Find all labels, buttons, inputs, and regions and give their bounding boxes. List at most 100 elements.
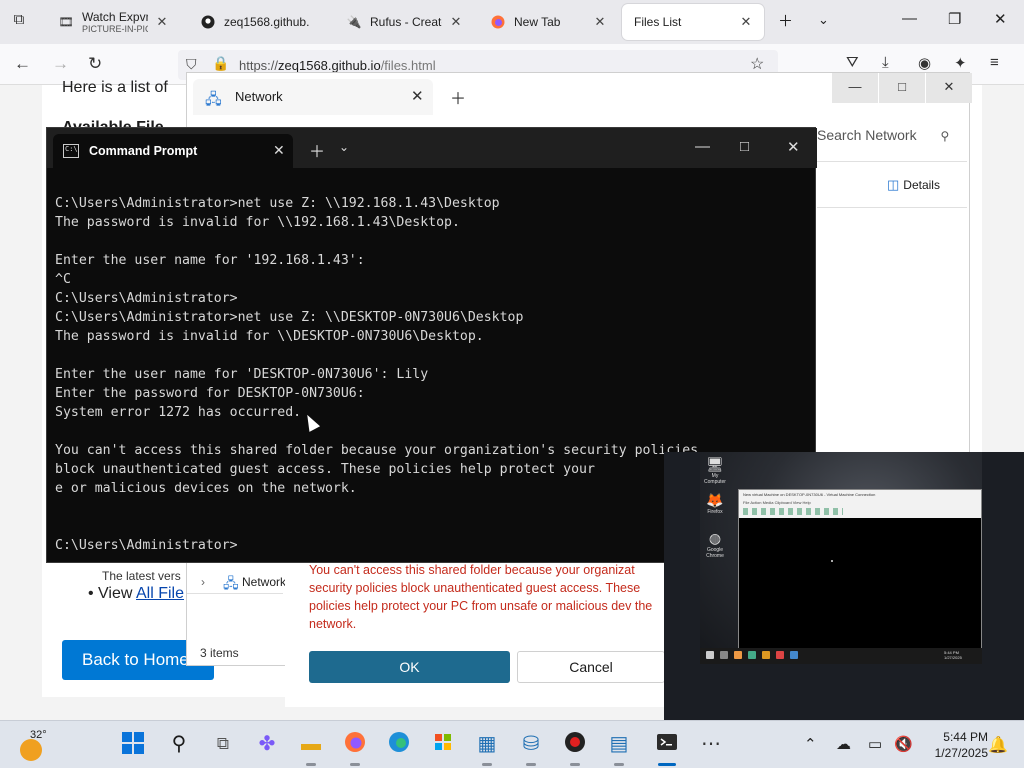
close-window-icon[interactable]: ✕ <box>787 138 800 156</box>
more-apps-icon[interactable]: ⋯ <box>698 731 724 757</box>
search-input[interactable]: Search Network ⚲ <box>817 127 949 143</box>
desktop-icon-chrome[interactable]: ◍ Google Chrome <box>702 530 728 559</box>
notepad-icon[interactable]: ▤ <box>606 731 632 766</box>
minimize-icon[interactable]: — <box>902 10 917 27</box>
details-button[interactable]: ◫ Details <box>887 177 940 193</box>
chevron-right-icon[interactable]: › <box>201 575 205 589</box>
firefox-icon[interactable] <box>342 731 368 766</box>
extensions-icon[interactable]: ✦ <box>954 54 967 72</box>
star-icon[interactable]: ☆ <box>750 54 764 74</box>
desktop-icon-firefox[interactable]: 🦊 Firefox <box>702 492 728 515</box>
browser-tab-newtab[interactable]: New Tab ✕ <box>478 4 618 40</box>
chrome-icon[interactable] <box>748 651 756 659</box>
terminal-line: C:\Users\Administrator>net use Z: \\192.… <box>55 196 500 211</box>
explorer-tab[interactable]: 🖧 Network ✕ <box>193 79 433 115</box>
close-icon[interactable]: ✕ <box>411 87 424 105</box>
search-icon[interactable] <box>720 651 728 659</box>
remote-taskbar: 5:44 PM 1/27/2025 <box>700 648 982 664</box>
folder-icon[interactable] <box>762 651 770 659</box>
cancel-button[interactable]: Cancel <box>517 651 665 683</box>
maximize-icon[interactable]: □ <box>879 73 925 103</box>
media-icon: 🎞 <box>58 15 74 29</box>
lock-icon[interactable]: 🔒 <box>212 55 229 72</box>
minimize-icon[interactable]: — <box>695 138 710 155</box>
browser-tab-video[interactable]: 🎞 Watch Expvm3' PICTURE-IN-PICTURE ✕ <box>46 4 180 40</box>
terminal-line: The password is invalid for \\DESKTOP-0N… <box>55 329 484 344</box>
close-window-icon[interactable]: ✕ <box>926 73 972 103</box>
maximize-icon[interactable]: □ <box>740 138 749 155</box>
terminal-line: The password is invalid for \\192.168.1.… <box>55 215 460 230</box>
rufus-icon: 🔌 <box>346 15 362 29</box>
edge-icon[interactable] <box>386 731 412 757</box>
details-pane-icon: ◫ <box>887 177 900 192</box>
copilot-icon[interactable]: ✤ <box>254 731 280 757</box>
close-icon[interactable]: ✕ <box>273 142 285 159</box>
error-message: You can't access this shared folder beca… <box>309 563 653 631</box>
desktop-icon-computer[interactable]: 🖥 My Computer <box>702 456 728 485</box>
forward-arrow-icon[interactable]: → <box>52 54 69 74</box>
reload-icon[interactable]: ↻ <box>88 54 102 74</box>
firefox-icon[interactable] <box>734 651 742 659</box>
chrome-icon: ◍ <box>708 530 722 546</box>
start-icon[interactable] <box>120 731 146 757</box>
pocket-icon[interactable]: ⛛ <box>846 54 859 71</box>
chevron-up-icon[interactable]: ⌃ <box>804 735 817 753</box>
close-window-icon[interactable]: ✕ <box>994 10 1007 28</box>
search-icon: ⚲ <box>940 129 950 143</box>
start-icon[interactable] <box>706 651 714 659</box>
terminal-tab[interactable]: C:\ Command Prompt ✕ <box>53 134 293 168</box>
minimize-icon[interactable]: — <box>832 73 878 103</box>
vm-connection-window[interactable]: New virtual Machine on DESKTOP-0N730U6 -… <box>738 489 982 659</box>
browser-tab-files-list[interactable]: Files List ✕ <box>622 4 764 40</box>
latest-version-text: The latest vers <box>102 569 181 583</box>
system-clock[interactable]: 5:44 PM 1/27/2025 <box>926 729 988 761</box>
app-icon[interactable] <box>776 651 784 659</box>
remote-desktop-pip[interactable]: 🖥 My Computer 🦊 Firefox ◍ Google Chrome New… <box>664 452 1024 720</box>
terminal-line: Enter the password for DESKTOP-0N730U6: <box>55 386 365 401</box>
network-error-dialog: You can't access this shared folder beca… <box>285 561 665 707</box>
divider <box>817 161 967 162</box>
record-icon[interactable] <box>562 731 588 766</box>
close-icon[interactable]: ✕ <box>154 14 170 30</box>
back-arrow-icon[interactable]: ← <box>14 54 31 74</box>
tab-overview-icon[interactable]: ⧉ <box>8 11 30 33</box>
microsoft-store-icon[interactable] <box>430 731 456 757</box>
nav-pane-label: Network <box>242 575 287 589</box>
terminal-tab-title: Command Prompt <box>89 144 198 158</box>
weather-widget[interactable]: 32° <box>18 729 58 761</box>
close-icon[interactable]: ✕ <box>738 14 754 30</box>
view-all-link[interactable]: All File <box>136 585 184 602</box>
terminal-icon[interactable] <box>654 731 680 766</box>
remote-desktop-icon[interactable]: ▦ <box>474 731 500 766</box>
vm-window-menu: File Action Media Clipboard View Help <box>743 500 811 505</box>
task-view-icon[interactable]: ⧉ <box>210 731 236 757</box>
firefox-icon: 🦊 <box>706 492 724 508</box>
shield-icon[interactable]: ⛉ <box>186 56 197 73</box>
notification-bell-icon[interactable]: 🔔 <box>988 735 1008 755</box>
close-icon[interactable]: ✕ <box>448 14 464 30</box>
browser-tab-rufus[interactable]: 🔌 Rufus - Create b ✕ <box>334 4 474 40</box>
menu-icon[interactable]: ≡ <box>990 54 999 71</box>
github-icon <box>200 14 216 30</box>
ok-button[interactable]: OK <box>309 651 510 683</box>
browser-tab-github[interactable]: zeq1568.github. <box>188 4 328 40</box>
new-tab-icon[interactable]: ＋ <box>778 10 793 31</box>
cloud-offline-icon[interactable]: ☁ <box>836 735 851 753</box>
network-status-icon[interactable]: ▭ <box>868 735 882 753</box>
tab-list-chevron-icon[interactable]: ⌄ <box>818 12 829 28</box>
download-icon[interactable]: ⤓ <box>882 54 889 71</box>
account-icon[interactable]: ◉ <box>918 54 931 72</box>
close-icon[interactable]: ✕ <box>592 14 608 30</box>
volume-muted-icon[interactable]: 🔇 <box>894 735 913 753</box>
search-icon[interactable]: ⚲ <box>166 731 192 757</box>
new-tab-icon[interactable]: ＋ <box>309 138 325 162</box>
rufus-usb-icon[interactable]: ⛁ <box>518 731 544 766</box>
terminal-line: C:\Users\Administrator>net use Z: \\DESK… <box>55 310 524 325</box>
vm-icon[interactable] <box>790 651 798 659</box>
file-explorer-icon[interactable]: ▬ <box>298 731 324 766</box>
tab-label: Files List <box>634 15 682 29</box>
maximize-icon[interactable]: ❐ <box>948 10 961 28</box>
new-tab-icon[interactable]: ＋ <box>450 85 466 109</box>
chevron-down-icon[interactable]: ⌄ <box>339 140 349 154</box>
